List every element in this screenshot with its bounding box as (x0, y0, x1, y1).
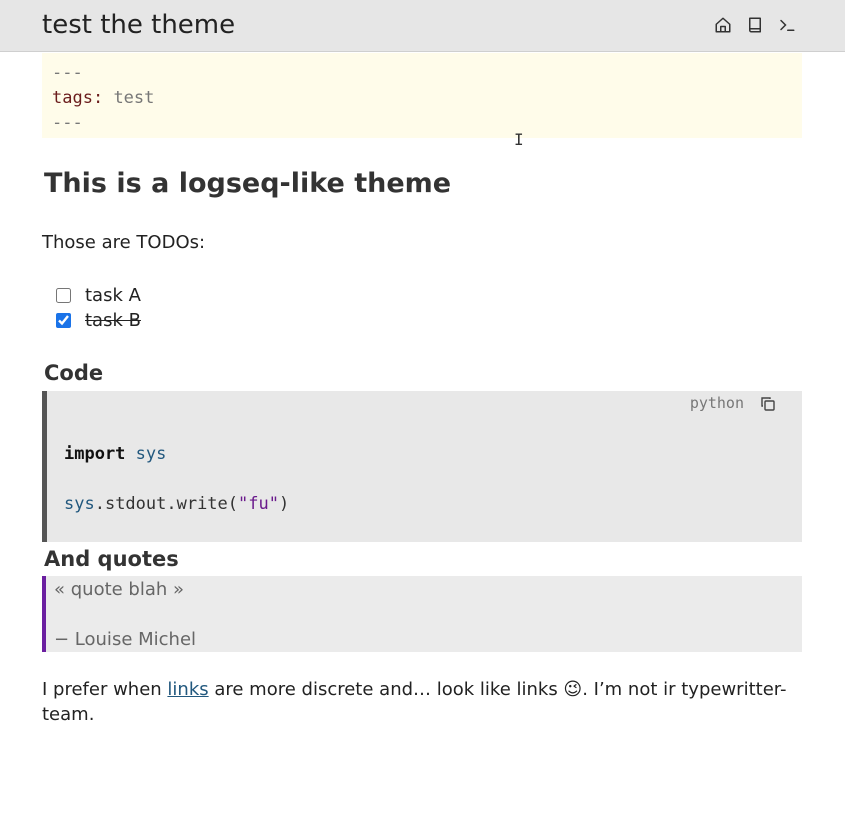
code-keyword: import (64, 444, 126, 464)
code-module: sys (135, 444, 167, 464)
footer-text-before: I prefer when (42, 679, 168, 700)
todo-label-a: task A (85, 285, 141, 306)
code-close-paren: ) (278, 494, 290, 514)
terminal-icon[interactable] (777, 14, 797, 36)
copy-icon[interactable] (760, 396, 776, 412)
frontmatter-tags-line: tags: test (52, 86, 792, 111)
quote-text: « quote blah » (54, 579, 185, 600)
todo-item-a: task A (56, 283, 141, 308)
footer-paragraph: I prefer when links are more discrete an… (42, 677, 802, 727)
book-icon[interactable] (745, 14, 765, 36)
code-heading: Code (44, 361, 104, 385)
frontmatter-close-dash: --- (52, 113, 83, 133)
frontmatter-block: --- tags: test --- (42, 53, 802, 138)
code-language-label: python (689, 394, 744, 412)
page-title: test the theme (42, 10, 236, 40)
todo-checkbox-b[interactable] (56, 313, 71, 328)
top-bar: test the theme (0, 0, 845, 52)
frontmatter-open-dash: --- (52, 63, 83, 83)
code-call: .stdout.write( (94, 494, 239, 514)
text-cursor-icon: I (514, 130, 524, 149)
todo-item-b: task B (56, 308, 141, 333)
quotes-heading: And quotes (44, 547, 179, 571)
home-icon[interactable] (713, 14, 733, 36)
intro-text: Those are TODOs: (42, 232, 206, 253)
quote-author: − Louise Michel (54, 629, 197, 650)
code-content: import sys sys.stdout.write("fu") (64, 442, 289, 517)
links-link[interactable]: links (167, 679, 208, 700)
page-heading: This is a logseq-like theme (44, 168, 452, 199)
code-string: "fu" (238, 494, 279, 514)
frontmatter-key: tags: (52, 88, 104, 108)
code-module-ref: sys (64, 494, 95, 514)
code-block: python import sys sys.stdout.write("fu") (42, 391, 802, 542)
frontmatter-value: test (113, 88, 155, 108)
todo-checkbox-a[interactable] (56, 288, 71, 303)
blockquote: « quote blah » − Louise Michel (42, 576, 802, 652)
todo-label-b: task B (85, 310, 141, 331)
header-icons (713, 14, 797, 36)
todo-list: task A task B (56, 283, 141, 333)
